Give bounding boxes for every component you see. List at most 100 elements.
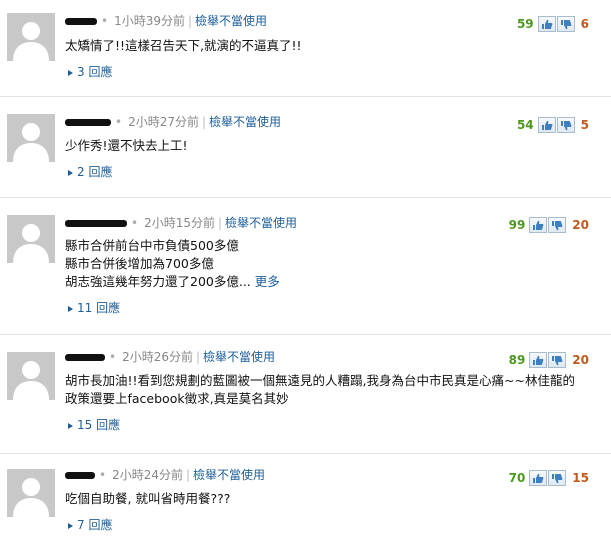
comment-text-line: 政策還要上facebook徵求,真是莫名其妙 [65, 391, 289, 406]
comment-item: • 2小時15分前 | 檢舉不當使用 縣市合併前台中市負債500多億 縣市合併後增加為… [0, 198, 611, 335]
comment-meta: • 2小時15分前 | 檢舉不當使用 [65, 215, 297, 231]
report-abuse-link[interactable]: 檢舉不當使用 [225, 216, 297, 230]
comment-meta: • 1小時39分前 | 檢舉不當使用 [65, 13, 267, 29]
thumb-up-button[interactable] [537, 117, 556, 133]
comment-text: 吃個自助餐, 就叫省時用餐??? [65, 490, 597, 508]
replies-count: 11 [77, 301, 93, 315]
thumb-up-icon [533, 473, 544, 483]
comment-list: • 1小時39分前 | 檢舉不當使用 太矯情了!!這樣召告天下,就演的不逼真了!! 3… [0, 0, 611, 551]
comment-item: • 2小時24分前 | 檢舉不當使用 吃個自助餐, 就叫省時用餐??? 7 回應 70… [0, 454, 611, 551]
comment-text: 太矯情了!!這樣召告天下,就演的不逼真了!! [65, 37, 597, 55]
username-redacted [65, 220, 127, 227]
thumb-down-icon [552, 473, 563, 483]
thumbs-down-count: 6 [580, 17, 589, 31]
username-redacted [65, 119, 111, 126]
report-abuse-link[interactable]: 檢舉不當使用 [209, 115, 281, 129]
thumbs-down-count: 15 [572, 471, 589, 485]
comment-item: • 2小時26分前 | 檢舉不當使用 胡市長加油!!看到您規劃的藍圖被一個無遠見的人糟… [0, 335, 611, 454]
thumbs-up-count: 59 [516, 17, 534, 31]
divider: | [201, 115, 207, 129]
avatar-icon[interactable] [7, 13, 55, 61]
comment-text-line: 胡志強這幾年努力還了200多億... 更多 [65, 273, 597, 291]
thumb-down-icon [560, 19, 572, 29]
replies-label: 回應 [88, 65, 113, 79]
avatar-icon[interactable] [7, 352, 55, 400]
replies-link[interactable]: 11 回應 [68, 300, 120, 316]
replies-label: 回應 [88, 165, 113, 179]
report-abuse-link[interactable]: 檢舉不當使用 [195, 14, 267, 28]
comment-time: 1小時39分前 [114, 14, 185, 28]
comment-time: 2小時15分前 [144, 216, 215, 230]
comment-time: 2小時27分前 [128, 115, 199, 129]
comment-item: • 2小時27分前 | 檢舉不當使用 少作秀!還不快去上工! 2 回應 54 5 [0, 97, 611, 198]
thumbs-up-count: 99 [508, 218, 526, 232]
triangle-right-icon [68, 169, 73, 176]
more-link[interactable]: 更多 [255, 274, 280, 289]
thumb-up-icon [533, 220, 544, 230]
thumb-up-button[interactable] [529, 217, 548, 233]
thumbs-up-count: 54 [516, 118, 534, 132]
separator-dot: • [99, 468, 107, 482]
thumb-up-icon [541, 120, 553, 130]
thumb-down-button[interactable] [548, 352, 567, 368]
replies-link[interactable]: 15 回應 [68, 417, 120, 433]
comment-meta: • 2小時27分前 | 檢舉不當使用 [65, 114, 281, 130]
replies-label: 回應 [96, 301, 121, 315]
comment-time: 2小時26分前 [122, 350, 193, 364]
vote-controls: 99 20 [509, 216, 589, 234]
comment-text-line: 少作秀!還不快去上工! [65, 138, 188, 153]
vote-controls: 89 20 [509, 351, 589, 369]
triangle-right-icon [68, 305, 73, 312]
divider: | [187, 14, 193, 28]
avatar-icon[interactable] [7, 215, 55, 263]
thumbs-up-count: 70 [508, 471, 526, 485]
replies-link[interactable]: 3 回應 [68, 64, 112, 80]
vote-controls: 70 15 [509, 469, 589, 487]
divider: | [195, 350, 201, 364]
avatar-icon[interactable] [7, 114, 55, 162]
replies-link[interactable]: 2 回應 [68, 164, 112, 180]
separator-dot: • [115, 115, 123, 129]
thumb-down-icon [560, 120, 572, 130]
thumb-down-button[interactable] [548, 217, 567, 233]
report-abuse-link[interactable]: 檢舉不當使用 [193, 468, 265, 482]
separator-dot: • [101, 14, 109, 28]
replies-link[interactable]: 7 回應 [68, 517, 112, 533]
thumb-down-button[interactable] [556, 16, 575, 32]
replies-label: 回應 [96, 418, 121, 432]
comment-text-line: 縣市合併後增加為700多億 [65, 256, 214, 271]
thumb-up-icon [541, 19, 553, 29]
triangle-right-icon [68, 69, 73, 76]
separator-dot: • [131, 216, 139, 230]
thumbs-down-count: 5 [580, 118, 589, 132]
thumb-up-button[interactable] [529, 470, 548, 486]
replies-count: 15 [77, 418, 93, 432]
comment-meta: • 2小時24分前 | 檢舉不當使用 [65, 467, 265, 483]
comment-text: 胡市長加油!!看到您規劃的藍圖被一個無遠見的人糟蹋,我身為台中市民真是心痛~~林… [65, 372, 597, 408]
username-redacted [65, 18, 97, 25]
replies-count: 7 [77, 518, 85, 532]
comment-text-line: 胡市長加油!!看到您規劃的藍圖被一個無遠見的人糟蹋,我身為台中市民真是心痛~~林… [65, 373, 575, 388]
avatar-icon[interactable] [7, 469, 55, 517]
thumb-up-button[interactable] [537, 16, 556, 32]
comment-item: • 1小時39分前 | 檢舉不當使用 太矯情了!!這樣召告天下,就演的不逼真了!! 3… [0, 0, 611, 97]
comment-text-line: 吃個自助餐, 就叫省時用餐??? [65, 491, 231, 506]
comment-text-line: 太矯情了!!這樣召告天下,就演的不逼真了!! [65, 38, 302, 53]
comment-time: 2小時24分前 [112, 468, 183, 482]
thumbs-up-count: 89 [508, 353, 526, 367]
triangle-right-icon [68, 522, 73, 529]
divider: | [185, 468, 191, 482]
replies-count: 2 [77, 165, 85, 179]
triangle-right-icon [68, 422, 73, 429]
report-abuse-link[interactable]: 檢舉不當使用 [203, 350, 275, 364]
thumbs-down-count: 20 [572, 353, 589, 367]
thumb-down-button[interactable] [556, 117, 575, 133]
thumb-down-button[interactable] [548, 470, 567, 486]
thumb-up-button[interactable] [529, 352, 548, 368]
comment-text: 少作秀!還不快去上工! [65, 137, 597, 155]
replies-label: 回應 [88, 518, 113, 532]
separator-dot: • [109, 350, 117, 364]
username-redacted [65, 354, 105, 361]
comment-text: 縣市合併前台中市負債500多億 縣市合併後增加為700多億 胡志強這幾年努力還了… [65, 237, 597, 291]
vote-controls: 59 6 [517, 15, 589, 33]
